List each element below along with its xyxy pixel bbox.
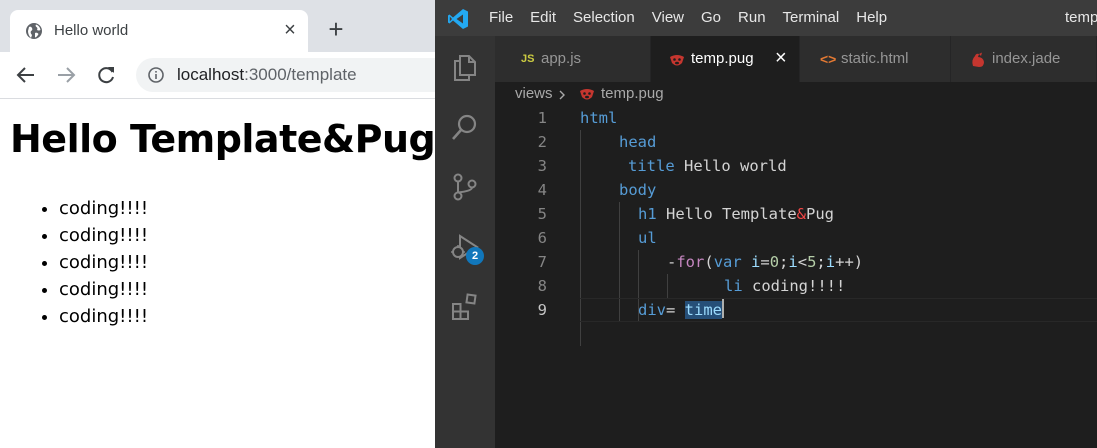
menu-edit[interactable]: Edit: [530, 0, 556, 36]
close-tab-icon[interactable]: ×: [775, 47, 787, 69]
list-item: coding!!!!: [59, 222, 148, 249]
tab-static-html[interactable]: <> static.html: [800, 36, 951, 82]
code-text: ul: [638, 229, 657, 247]
line-number: 6: [537, 229, 547, 247]
code-line: 6 ul: [495, 226, 1097, 250]
js-file-icon: JS: [521, 53, 535, 65]
editor-tabs: JS app.js temp.pug × <> static.html inde…: [495, 36, 1097, 82]
back-arrow-icon[interactable]: [15, 64, 37, 86]
tab-title: Hello world: [54, 22, 129, 39]
code-line: 2 head: [495, 130, 1097, 154]
tab-label: app.js: [541, 50, 582, 67]
menu-terminal[interactable]: Terminal: [783, 0, 840, 36]
breadcrumb-folder[interactable]: views: [515, 85, 553, 102]
tab-app-js[interactable]: JS app.js: [495, 36, 651, 82]
tab-label: static.html: [841, 50, 909, 67]
code-text: h1 Hello Template&Pug: [638, 205, 834, 223]
menu-bar: File Edit Selection View Go Run Terminal…: [489, 0, 904, 36]
list-item: coding!!!!: [59, 276, 148, 303]
address-bar[interactable]: localhost:3000/template: [136, 58, 435, 92]
url-host: localhost: [177, 65, 245, 84]
pug-file-icon: [670, 55, 684, 66]
extensions-icon[interactable]: [450, 292, 480, 322]
line-number: 5: [537, 205, 547, 223]
reload-icon[interactable]: [95, 64, 117, 86]
line-number: 1: [537, 109, 547, 127]
close-tab-icon[interactable]: ×: [280, 20, 300, 40]
url-text: localhost:3000/template: [177, 65, 357, 85]
code-line: 3 title Hello world: [495, 154, 1097, 178]
line-number: 4: [537, 181, 547, 199]
list-item: coding!!!!: [59, 303, 148, 330]
text-cursor: [722, 299, 724, 318]
chevron-right-icon: [559, 90, 565, 100]
menu-go[interactable]: Go: [701, 0, 721, 36]
tab-label: index.jade: [992, 50, 1061, 67]
page-content: Hello Template&Pug coding!!!! coding!!!!…: [0, 99, 435, 448]
vscode-window: File Edit Selection View Go Run Terminal…: [435, 0, 1097, 448]
search-icon[interactable]: [450, 112, 480, 142]
code-text: body: [619, 181, 657, 199]
info-icon[interactable]: [148, 67, 164, 83]
menu-view[interactable]: View: [652, 0, 684, 36]
coding-list: coding!!!! coding!!!! coding!!!! coding!…: [20, 195, 148, 330]
browser-tab-strip: Hello world × +: [0, 0, 435, 52]
breadcrumb-file[interactable]: temp.pug: [601, 85, 664, 102]
html-file-icon: <>: [820, 51, 837, 67]
activity-bar: 2: [435, 36, 495, 448]
menu-run[interactable]: Run: [738, 0, 766, 36]
jade-file-icon: [972, 52, 984, 67]
browser-toolbar: localhost:3000/template: [0, 52, 435, 99]
code-line: 7 -for(var i=0;i<5;i++): [495, 250, 1097, 274]
vscode-logo-icon: [448, 9, 468, 29]
globe-icon: [26, 23, 42, 39]
list-item: coding!!!!: [59, 195, 148, 222]
line-number: 2: [537, 133, 547, 151]
page-heading: Hello Template&Pug: [10, 117, 435, 161]
line-number: 8: [537, 277, 547, 295]
code-text: title Hello world: [628, 157, 787, 175]
window-title: temp: [1065, 9, 1097, 26]
menu-help[interactable]: Help: [856, 0, 887, 36]
tab-temp-pug[interactable]: temp.pug ×: [651, 36, 800, 82]
menu-selection[interactable]: Selection: [573, 0, 635, 36]
code-text: div= time: [638, 299, 724, 319]
browser-window: Hello world × + localhost:3000/template …: [0, 0, 435, 448]
debug-badge: 2: [466, 247, 484, 265]
code-text: html: [580, 109, 618, 127]
current-code-line: 9 div= time: [495, 298, 1097, 322]
breadcrumb: views temp.pug: [495, 82, 1097, 106]
code-line: 4 body: [495, 178, 1097, 202]
code-line: 8 li coding!!!!: [495, 274, 1097, 298]
code-text: li coding!!!!: [724, 277, 846, 295]
url-path: :3000/template: [244, 65, 357, 84]
pug-file-icon: [580, 89, 594, 100]
selected-text: time: [684, 301, 722, 319]
tab-index-jade[interactable]: index.jade: [951, 36, 1097, 82]
explorer-files-icon[interactable]: [450, 52, 480, 82]
code-text: head: [619, 133, 657, 151]
menu-file[interactable]: File: [489, 0, 513, 36]
code-editor[interactable]: 1 html 2 head 3 title Hello world 4 body…: [495, 106, 1097, 448]
forward-arrow-icon[interactable]: [55, 64, 77, 86]
line-number: 7: [537, 253, 547, 271]
tab-label: temp.pug: [691, 50, 754, 67]
code-line: 5 h1 Hello Template&Pug: [495, 202, 1097, 226]
code-line: 1 html: [495, 106, 1097, 130]
new-tab-plus-icon[interactable]: +: [324, 16, 348, 42]
browser-tab[interactable]: Hello world ×: [10, 10, 308, 52]
code-text: -for(var i=0;i<5;i++): [667, 253, 864, 271]
source-control-icon[interactable]: [450, 172, 480, 202]
line-number: 9: [537, 301, 547, 319]
list-item: coding!!!!: [59, 249, 148, 276]
line-number: 3: [537, 157, 547, 175]
title-bar: File Edit Selection View Go Run Terminal…: [435, 0, 1097, 36]
